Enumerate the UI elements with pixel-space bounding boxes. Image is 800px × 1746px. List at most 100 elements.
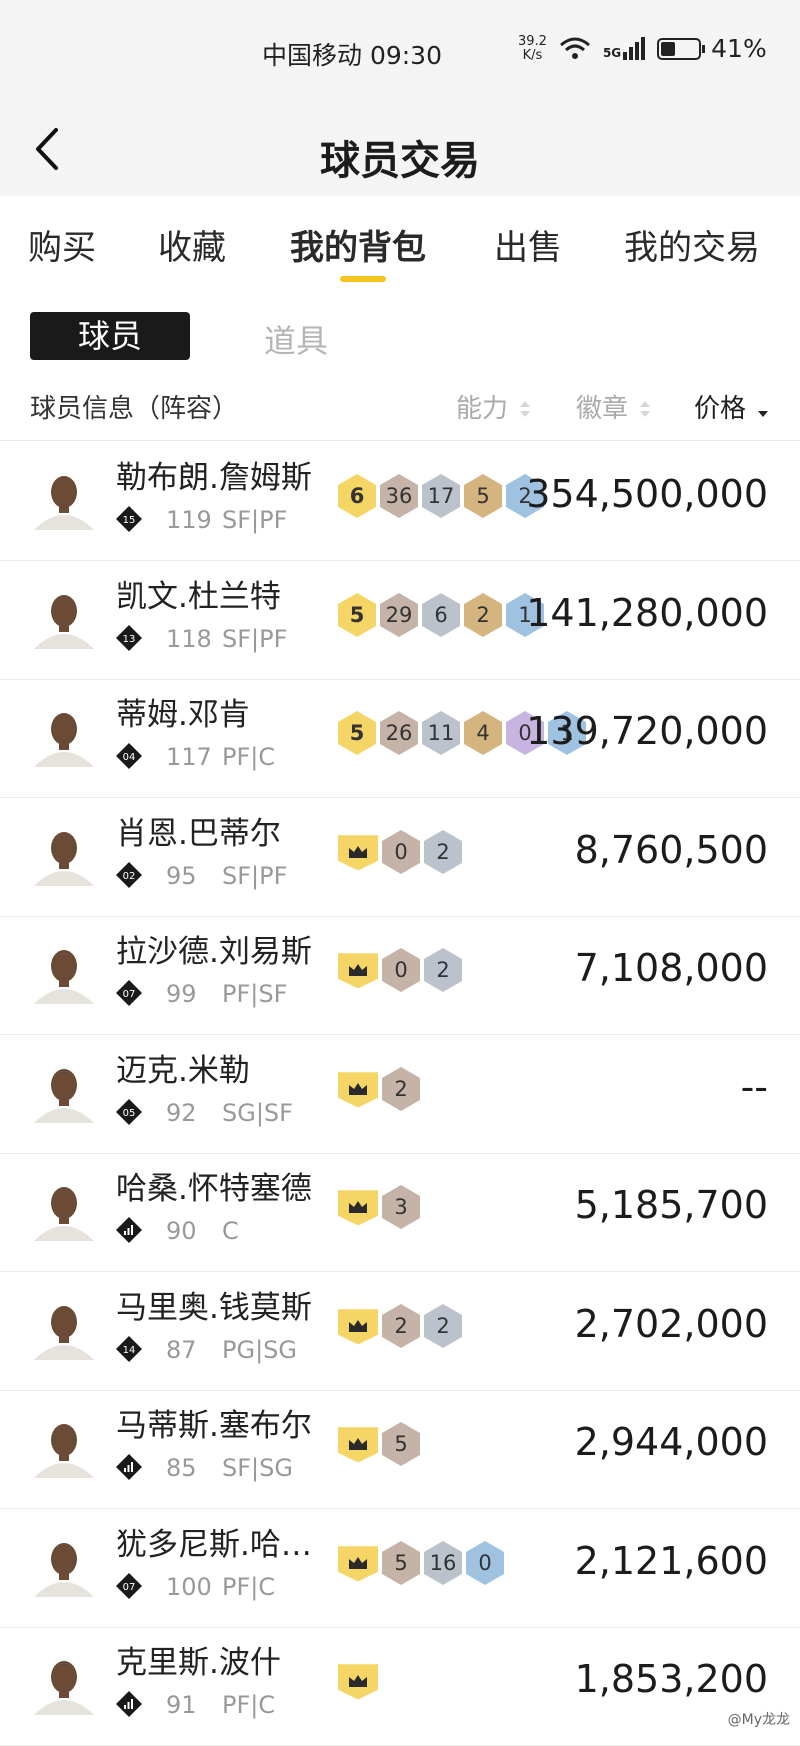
badge-count: 0 [382,948,420,992]
player-rating: 119 [166,506,212,534]
player-rating: 95 [166,862,197,890]
badge-count: 4 [464,711,502,755]
lineup-tier-icon: 07 [116,1573,142,1599]
svg-text:14: 14 [123,1345,136,1356]
svg-text:07: 07 [123,1582,136,1593]
badge-count: 6 [338,474,376,518]
player-position: C [222,1217,239,1245]
player-row[interactable]: 拉沙德.刘易斯 07 99 PF|SF 0 2 7,108,000 [0,916,800,1035]
player-rating: 90 [166,1217,197,1245]
badge-count: 29 [380,593,418,637]
player-avatar [34,595,94,649]
crown-icon [338,1309,378,1345]
player-row[interactable]: 马里奥.钱莫斯 14 87 PG|SG 2 2 2,702,000 [0,1272,800,1391]
badge-count: 36 [380,474,418,518]
status-bar: 中国移动 09:30 39.2 K/s 5G 41% [0,0,800,104]
crown-icon [338,1190,378,1226]
tab-buy[interactable]: 购买 [28,220,96,269]
subtab-players[interactable]: 球员 [30,312,190,360]
player-price: 2,944,000 [574,1420,768,1464]
player-name: 犹多尼斯.哈… [116,1527,312,1563]
player-price: 8,760,500 [574,828,768,872]
signal-tier-icon [116,1217,142,1243]
battery-icon [657,37,702,60]
crown-icon [338,1072,378,1108]
player-position: PF|C [222,743,276,771]
player-row[interactable]: 哈桑.怀特塞德 90 C 3 5,185,700 [0,1153,800,1272]
column-ability-label: 能力 [456,394,509,424]
player-row[interactable]: 凯文.杜兰特 13 118 SF|PF 5 29 6 2 1 141,280,000 [0,561,800,680]
column-badge-label: 徽章 [576,394,629,424]
crown-icon [338,1427,378,1463]
lineup-tier-icon: 15 [116,506,142,532]
player-price: 5,185,700 [574,1183,768,1227]
column-ability[interactable]: 能力 [456,388,531,425]
player-position: SF|PF [222,506,288,534]
player-position: SF|PF [222,862,288,890]
page-title: 球员交易 [320,138,480,184]
svg-text:13: 13 [123,634,136,645]
network-type: 5G [602,46,622,60]
tab-sell[interactable]: 出售 [494,220,562,269]
badge-count: 2 [464,593,502,637]
player-name: 哈桑.怀特塞德 [116,1171,312,1207]
wifi-icon [559,37,590,59]
player-avatar [34,1661,94,1715]
player-rating: 85 [166,1454,197,1482]
player-position: PF|SF [222,980,288,1008]
badge-count: 2 [424,1304,462,1348]
subtab-items[interactable]: 道具 [264,316,328,362]
badge-group: 5 29 6 2 1 [338,593,544,639]
badge-count: 11 [422,711,460,755]
badge-group: 02 [338,830,462,876]
player-row[interactable]: 勒布朗.詹姆斯 15 119 SF|PF 6 36 17 5 2 354,500,000 [0,442,800,561]
sort-icon [640,400,651,419]
badge-count: 3 [382,1185,420,1229]
badge-count: 5 [382,1422,420,1466]
player-name: 肖恩.巴蒂尔 [116,816,281,852]
player-row[interactable]: 克里斯.波什 91 PF|C 1,853,200 [0,1627,800,1746]
player-avatar [34,713,94,767]
player-avatar [34,1187,94,1241]
player-name: 凯文.杜兰特 [116,579,281,615]
badge-count: 2 [382,1304,420,1348]
status-icons: 39.2 K/s 5G 41% [518,34,767,63]
player-row[interactable]: 肖恩.巴蒂尔 02 95 SF|PF 0 2 8,760,500 [0,798,800,917]
player-name: 马里奥.钱莫斯 [116,1290,312,1326]
player-row[interactable]: 犹多尼斯.哈… 07 100 PF|C 5 16 0 2,121,600 [0,1509,800,1628]
badge-count: 2 [424,830,462,874]
badge-count: 5 [382,1541,420,1585]
player-avatar [34,1306,94,1360]
player-row[interactable]: 马蒂斯.塞布尔 85 SF|SG 5 2,944,000 [0,1390,800,1509]
player-position: PF|C [222,1573,276,1601]
badge-count: 5 [464,474,502,518]
tab-favorites[interactable]: 收藏 [158,220,226,269]
crown-icon [338,835,378,871]
tab-my-bag[interactable]: 我的背包 [290,220,426,269]
badge-group: 5 16 0 [338,1541,504,1587]
player-avatar [34,1069,94,1123]
column-price-label: 价格 [694,394,747,424]
badge-count: 0 [382,830,420,874]
player-rating: 91 [166,1691,197,1719]
crown-icon [338,1664,378,1700]
column-badge[interactable]: 徽章 [576,388,651,425]
column-header: 球员信息（阵容） 能力 徽章 价格 [0,376,800,441]
player-price: 2,121,600 [574,1539,768,1583]
player-avatar [34,832,94,886]
column-price[interactable]: 价格 [694,388,769,425]
sub-tabs: 球员 道具 [0,304,800,364]
battery: 41% [657,34,767,63]
player-row[interactable]: 迈克.米勒 05 92 SG|SF 2 -- [0,1035,800,1154]
badge-count: 5 [338,593,376,637]
column-player-info: 球员信息（阵容） [30,394,239,424]
tab-my-trades[interactable]: 我的交易 [624,220,760,269]
svg-text:07: 07 [123,989,136,1000]
player-name: 蒂姆.邓肯 [116,697,250,733]
player-price: 2,702,000 [574,1302,768,1346]
player-rating: 92 [166,1099,197,1127]
carrier-time: 中国移动 09:30 [262,41,442,70]
player-name: 克里斯.波什 [116,1645,281,1681]
badge-count: 2 [424,948,462,992]
player-row[interactable]: 蒂姆.邓肯 04 117 PF|C 5 26 11 4 0 1 139,720,000 [0,679,800,798]
